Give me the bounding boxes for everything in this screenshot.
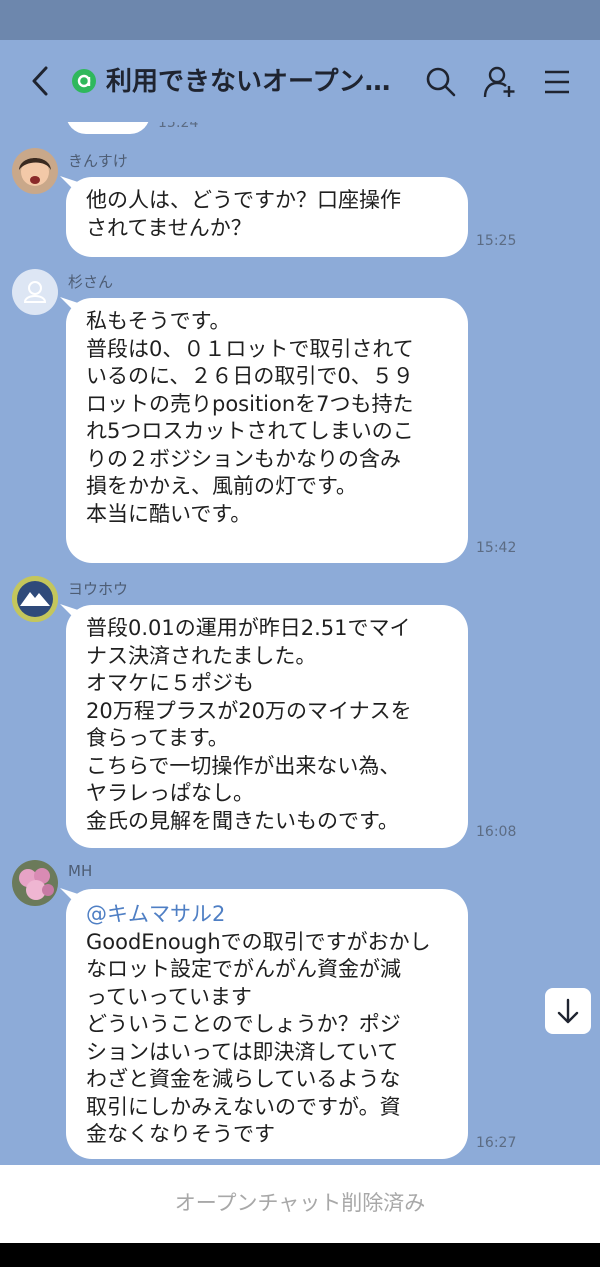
mention-link[interactable]: @キムマサル2 xyxy=(86,902,225,926)
openchat-badge-icon xyxy=(72,69,96,93)
footer-bar: オープンチャット削除済み xyxy=(0,1165,600,1243)
message-bubble[interactable]: 他の人は、どうですか？口座操作 されてませんか？ xyxy=(66,177,468,257)
add-friend-icon[interactable] xyxy=(482,64,518,100)
message-time: 15:25 xyxy=(476,233,517,249)
message-text: GoodEnoughでの取引ですがおかし なロット設定でがんがん資金が減 ってい… xyxy=(86,929,431,1147)
chat-header: 利用できないオープン… xyxy=(0,40,600,122)
avatar[interactable] xyxy=(12,576,58,622)
message-time: 16:08 xyxy=(476,824,517,840)
back-arrow-icon[interactable] xyxy=(24,62,58,100)
menu-icon[interactable] xyxy=(539,64,575,100)
sender-name: ヨウホウ xyxy=(68,580,129,598)
chat-area[interactable]: 15:24 きんすけ 他の人は、どうですか？口座操作 されてませんか？ 15:2… xyxy=(0,122,600,1165)
sender-name: きんすけ xyxy=(68,152,128,170)
search-icon[interactable] xyxy=(423,64,459,100)
chat-title[interactable]: 利用できないオープン… xyxy=(106,62,406,102)
avatar[interactable] xyxy=(12,269,58,315)
sender-name: 杉さん xyxy=(68,273,114,291)
avatar[interactable] xyxy=(12,860,58,906)
message-bubble[interactable]: 私もそうです。 普段は0、０１ロットで取引されて いるのに、２６日の取引で0、５… xyxy=(66,298,468,563)
scroll-to-bottom-button[interactable] xyxy=(545,988,591,1034)
sender-name: MH xyxy=(68,862,93,880)
system-nav-bar xyxy=(0,1243,600,1267)
arrow-down-icon xyxy=(557,998,579,1024)
message-time: 15:42 xyxy=(476,540,517,556)
previous-message-bubble[interactable] xyxy=(66,122,150,134)
avatar[interactable] xyxy=(12,148,58,194)
message-bubble[interactable]: 普段0.01の運用が昨日2.51でマイ ナス決済されたました。 オマケに５ポジも… xyxy=(66,605,468,848)
message-time: 15:24 xyxy=(158,122,199,131)
message-bubble[interactable]: @キムマサル2 GoodEnoughでの取引ですがおかし なロット設定でがんがん資… xyxy=(66,889,468,1159)
chat-deleted-notice: オープンチャット削除済み xyxy=(174,1191,426,1215)
message-time: 16:27 xyxy=(476,1135,517,1151)
status-bar xyxy=(0,0,600,40)
message-text: 私もそうです。 普段は0、０１ロットで取引されて いるのに、２６日の取引で0、５… xyxy=(86,309,414,526)
message-text: 他の人は、どうですか？口座操作 されてませんか？ xyxy=(86,188,401,240)
message-text: 普段0.01の運用が昨日2.51でマイ ナス決済されたました。 オマケに５ポジも… xyxy=(86,616,412,833)
